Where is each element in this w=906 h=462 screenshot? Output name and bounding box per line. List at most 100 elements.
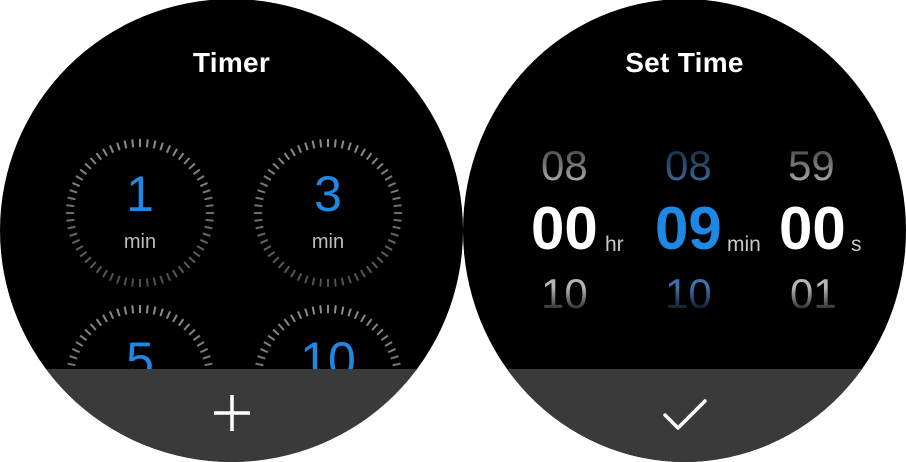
dial-tick: [159, 142, 164, 151]
minutes-picker[interactable]: 08 09 min 10: [655, 139, 785, 339]
preset-3-min[interactable]: 3 min: [252, 137, 404, 289]
screen-title: Set Time: [625, 47, 744, 78]
dial-tick: [172, 314, 178, 323]
seconds-current-value: 00: [779, 195, 846, 262]
dial-tick: [108, 310, 115, 320]
dial-tick: [165, 144, 172, 154]
dial-tick: [152, 306, 157, 315]
dial-tick: [272, 256, 280, 264]
dial-tick: [296, 272, 303, 282]
dial-tick: [333, 278, 337, 287]
dial-tick: [304, 308, 309, 317]
dial-tick: [283, 318, 291, 327]
dial-tick: [319, 305, 323, 314]
dial-tick: [152, 140, 157, 149]
confirm-button[interactable]: [463, 369, 906, 462]
seconds-label: s: [851, 233, 862, 256]
seconds-next-value: 01: [790, 270, 837, 317]
dial-tick: [102, 269, 108, 278]
dial-tick: [123, 277, 128, 286]
dial-tick: [353, 272, 360, 282]
dial-tick: [360, 269, 366, 278]
dial-tick: [371, 157, 379, 165]
minutes-current-value: 09: [655, 195, 722, 262]
dial-tick: [204, 225, 213, 230]
dial-tick: [108, 272, 115, 282]
dial-tick: [340, 277, 345, 286]
seconds-picker[interactable]: 59 00 s 01: [779, 139, 879, 339]
dial-tick: [311, 277, 316, 286]
dial-tick: [89, 261, 97, 269]
hours-next-value: 10: [541, 270, 588, 317]
dial-tick: [311, 306, 316, 315]
set-time-screen: Set Time 08 00 hr 10 08 09 min 10 59 00 …: [463, 0, 906, 462]
dial-tick: [353, 144, 360, 154]
dial-tick: [188, 256, 196, 264]
minutes-prev-value: 08: [665, 142, 712, 189]
dial-tick: [145, 139, 149, 148]
add-timer-button[interactable]: [0, 369, 463, 462]
dial-tick: [145, 278, 149, 287]
dial-tick: [183, 261, 191, 269]
dial-tick: [311, 140, 316, 149]
dial-tick: [95, 152, 103, 161]
dial-tick: [333, 305, 337, 314]
dial-tick: [131, 139, 135, 148]
dial-tick: [131, 278, 135, 287]
dial-tick: [116, 142, 121, 151]
dial-tick: [172, 148, 178, 157]
dial-tick: [89, 157, 97, 165]
hours-prev-value: 08: [541, 142, 588, 189]
dial-tick: [290, 314, 296, 323]
dial-tick: [152, 277, 157, 286]
dial-tick: [347, 308, 352, 317]
dial-tick: [360, 148, 366, 157]
screen-title: Timer: [192, 47, 271, 78]
dial-tick: [371, 323, 379, 331]
dial-tick: [283, 152, 291, 161]
dial-tick: [371, 261, 379, 269]
dial-tick: [183, 157, 191, 165]
hours-current-value: 00: [531, 195, 598, 262]
preset-value: 3: [314, 166, 342, 222]
dial-tick: [319, 278, 323, 287]
seconds-prev-value: 59: [788, 142, 835, 189]
dial-tick: [376, 256, 384, 264]
dial-tick: [277, 323, 285, 331]
dial-tick: [283, 265, 291, 274]
dial-tick: [277, 157, 285, 165]
dial-tick: [353, 310, 360, 320]
dial-tick: [340, 306, 345, 315]
dial-tick: [102, 148, 108, 157]
preset-unit: min: [123, 231, 157, 253]
preset-1-min[interactable]: 1 min: [64, 137, 216, 289]
plus-icon: [213, 395, 250, 431]
preset-value: 1: [126, 166, 154, 222]
dial-tick: [255, 225, 264, 230]
dial-tick: [116, 275, 121, 284]
hours-picker[interactable]: 08 00 hr 10: [527, 139, 667, 339]
dial-tick: [177, 265, 185, 274]
dial-tick: [304, 142, 309, 151]
preset-unit: min: [311, 231, 345, 253]
dial-tick: [108, 144, 115, 154]
minutes-label: min: [727, 233, 761, 256]
dial-tick: [131, 305, 135, 314]
hours-label: hr: [605, 233, 624, 256]
dial-tick: [365, 265, 373, 274]
dial-tick: [347, 142, 352, 151]
dial-tick: [95, 265, 103, 274]
dial-tick: [277, 261, 285, 269]
dial-tick: [304, 275, 309, 284]
dial-tick: [165, 310, 172, 320]
dial-tick: [172, 269, 178, 278]
dial-tick: [84, 256, 92, 264]
dial-tick: [290, 269, 296, 278]
dial-tick: [296, 310, 303, 320]
dial-tick: [333, 139, 337, 148]
checkmark-icon: [662, 399, 707, 430]
dial-tick: [123, 306, 128, 315]
dial-tick: [116, 308, 121, 317]
timer-screen: Timer 1 min 3 min 5 10: [0, 0, 463, 462]
dial-tick: [296, 144, 303, 154]
